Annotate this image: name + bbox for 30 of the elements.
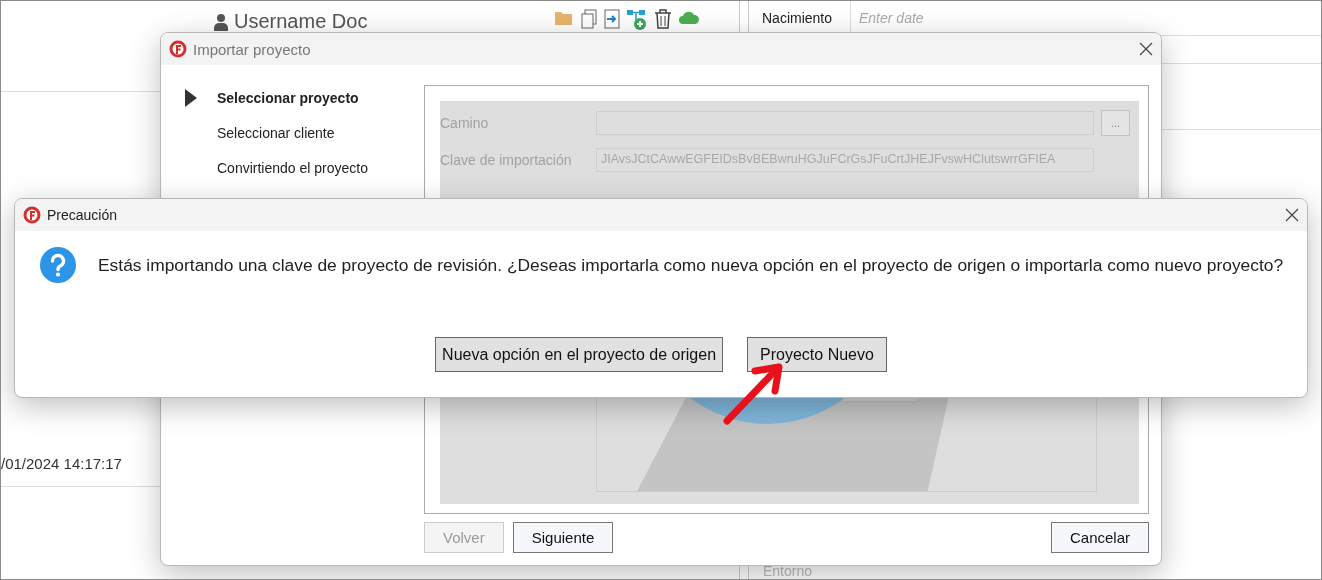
wizard-step[interactable]: Seleccionar proyecto — [185, 89, 400, 107]
app-logo-icon — [23, 206, 41, 224]
environment-label: Entorno — [763, 563, 813, 579]
cloud-icon[interactable] — [678, 9, 700, 25]
wizard-button[interactable]: Cancelar — [1050, 522, 1149, 553]
choice-button[interactable]: Proyecto Nuevo — [747, 337, 887, 372]
wizard-button[interactable]: Siguiente — [512, 522, 614, 553]
triangle-marker-icon — [185, 89, 197, 107]
close-icon[interactable] — [1285, 208, 1299, 222]
path-label: Camino — [440, 114, 490, 131]
choice-button[interactable]: Nueva opción en el proyecto de origen — [435, 337, 724, 372]
app-logo-icon — [169, 40, 187, 58]
copy-icon[interactable] — [580, 9, 598, 29]
wizard-step[interactable]: Convirtiendo el proyecto — [185, 159, 400, 177]
folder-icon[interactable] — [554, 9, 574, 27]
import-key-label: Clave de importación — [440, 151, 573, 168]
user-name: Username Doc — [234, 10, 368, 33]
person-icon — [214, 12, 228, 31]
annotation-arrow — [721, 363, 783, 427]
timestamp: /01/2024 14:17:17 — [1, 455, 122, 472]
import-icon[interactable] — [604, 9, 620, 29]
wizard-step[interactable]: Seleccionar cliente — [185, 124, 400, 142]
dialog-title: Importar proyecto — [193, 40, 312, 58]
dialog-title: Precaución — [47, 207, 119, 223]
branch-add-icon[interactable] — [626, 9, 648, 31]
birth-date-field[interactable]: Enter date — [851, 1, 1321, 35]
trash-icon[interactable] — [654, 9, 672, 29]
question-icon — [40, 247, 76, 283]
warning-message: Estás importando una clave de proyecto de revisión. ¿Deseas importarla como nueva opción en el proyecto de origen o importarla como nuevo proyecto? — [98, 254, 1284, 276]
close-icon[interactable] — [1139, 42, 1153, 56]
